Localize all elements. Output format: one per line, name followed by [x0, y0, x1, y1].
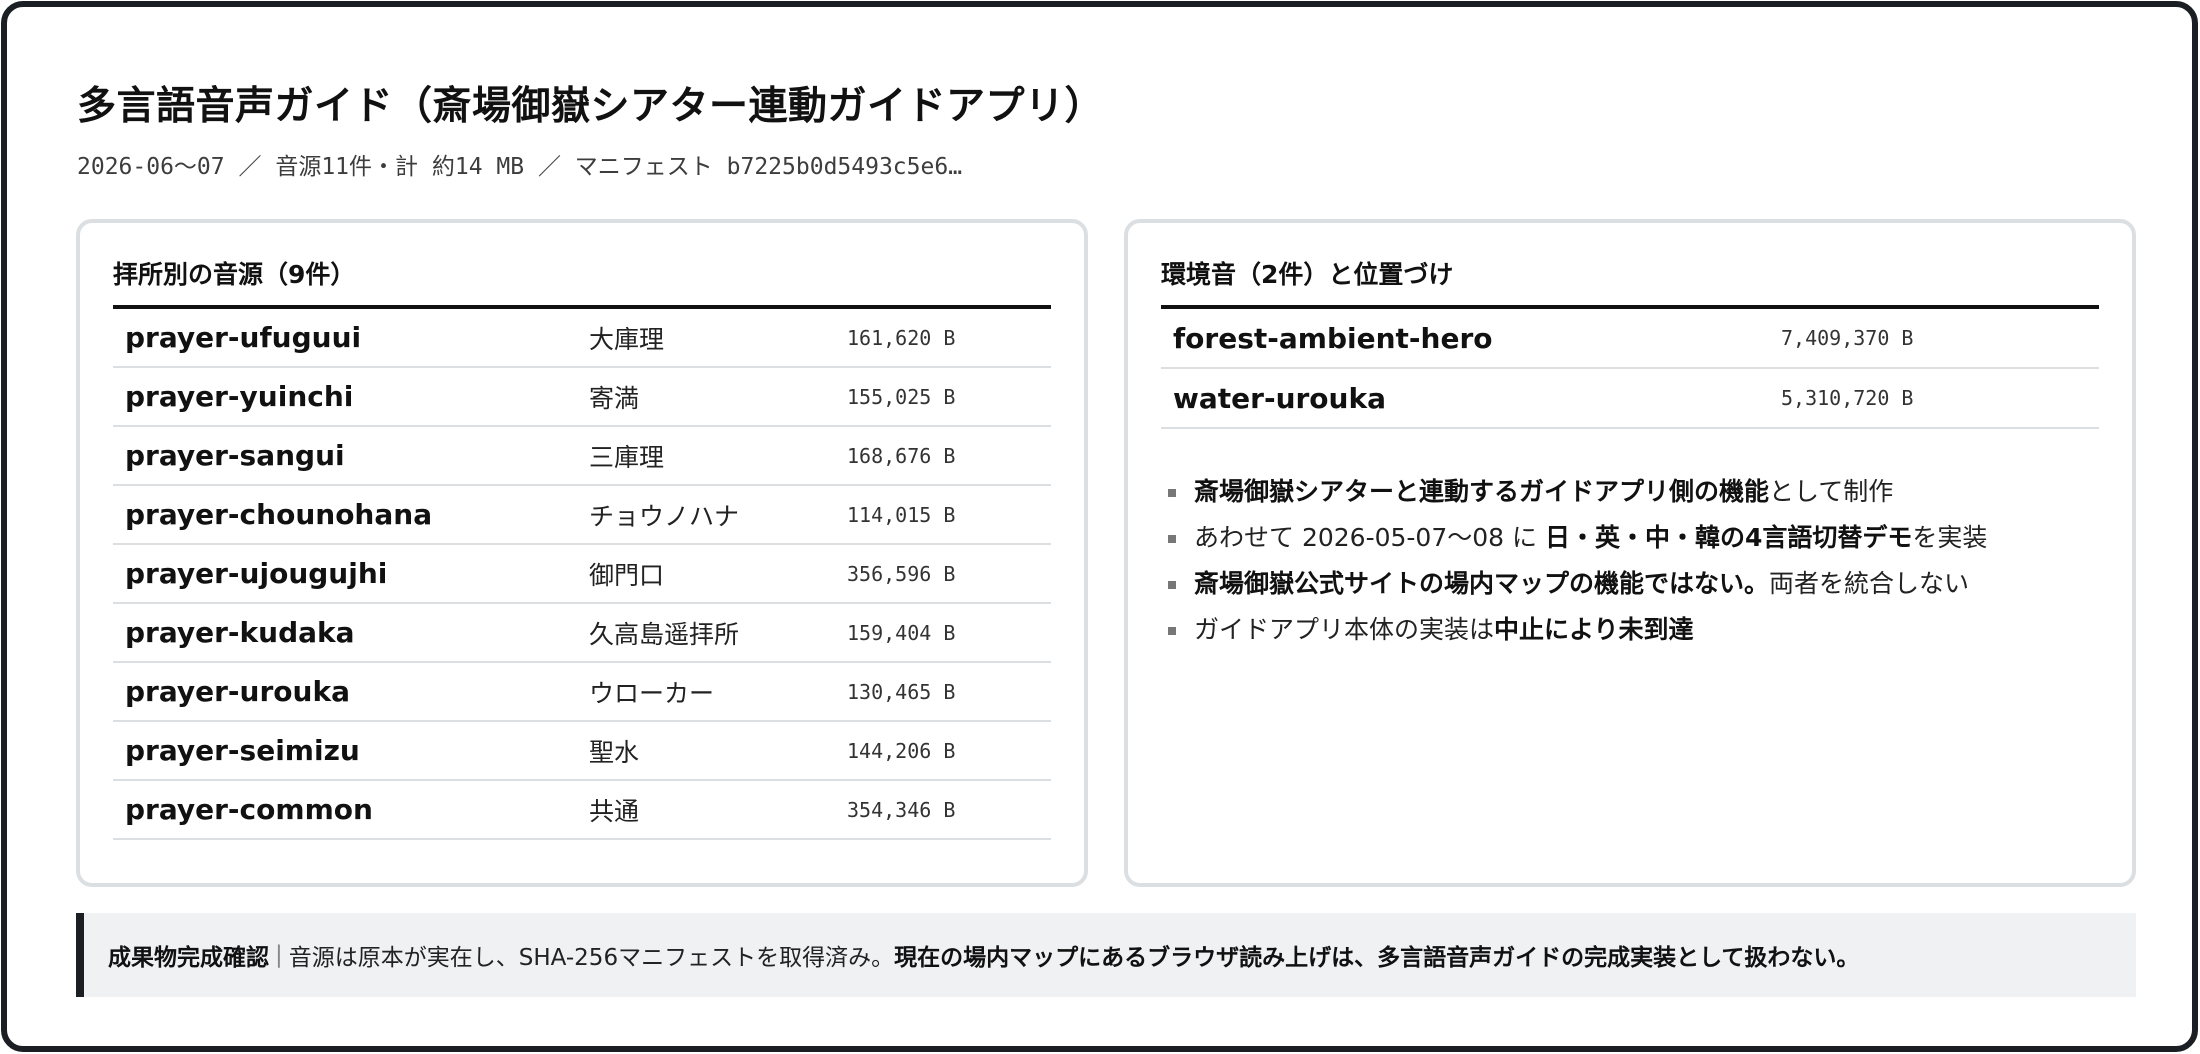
table-row: forest-ambient-hero 7,409,370 B — [1161, 309, 2099, 369]
list-item: 斎場御嶽公式サイトの場内マップの機能ではない。両者を統合しない — [1168, 561, 2102, 607]
table-row: prayer-sangui 三庫理 168,676 B — [113, 427, 1051, 486]
file-size: 168,676 B — [847, 443, 956, 468]
callout-label: 成果物完成確認 — [108, 945, 269, 971]
panel-title: 環境音（2件）と位置づけ — [1161, 260, 1454, 289]
file-size: 144,206 B — [847, 738, 956, 763]
note-text: あわせて 2026-05-07〜08 に — [1194, 523, 1545, 552]
site-name: 大庫理 — [589, 324, 665, 354]
table-row: prayer-common 共通 354,346 B — [113, 781, 1051, 840]
audio-id: prayer-urouka — [125, 675, 350, 708]
file-size: 161,620 B — [847, 325, 956, 350]
table-row: water-urouka 5,310,720 B — [1161, 369, 2099, 429]
ambient-audio-panel: 環境音（2件）と位置づけ forest-ambient-hero 7,409,3… — [1124, 219, 2136, 887]
table-row: prayer-kudaka 久高島遥拝所 159,404 B — [113, 604, 1051, 663]
table-row: prayer-seimizu 聖水 144,206 B — [113, 722, 1051, 781]
table-row: prayer-chounohana チョウノハナ 114,015 B — [113, 486, 1051, 545]
audio-id: prayer-common — [125, 793, 373, 826]
prayer-audio-list: prayer-ufuguui 大庫理 161,620 B prayer-yuin… — [113, 309, 1051, 840]
file-size: 5,310,720 B — [1781, 386, 1914, 410]
file-size: 130,465 B — [847, 679, 956, 704]
audio-id: prayer-chounohana — [125, 498, 433, 531]
note-emphasis: 斎場御嶽公式サイトの場内マップの機能ではない。 — [1194, 569, 1770, 598]
callout-emphasis: 現在の場内マップにあるブラウザ読み上げは、多言語音声ガイドの完成実装として扱わな… — [894, 945, 1860, 971]
audio-id: forest-ambient-hero — [1173, 321, 1493, 355]
file-size: 7,409,370 B — [1781, 326, 1914, 350]
callout-separator: | — [275, 942, 283, 968]
site-name: 寄満 — [589, 383, 640, 413]
page-meta: 2026-06〜07 ／ 音源11件・計 約14 MB ／ マニフェスト b72… — [77, 154, 963, 180]
audio-id: prayer-sangui — [125, 439, 345, 472]
table-row: prayer-yuinchi 寄満 155,025 B — [113, 368, 1051, 427]
ambient-audio-list: forest-ambient-hero 7,409,370 B water-ur… — [1161, 309, 2099, 429]
site-name: チョウノハナ — [589, 501, 740, 531]
site-name: 聖水 — [589, 737, 640, 767]
note-emphasis: 日・英・中・韓の4言語切替デモ — [1544, 523, 1913, 552]
audio-id: prayer-ufuguui — [125, 321, 362, 354]
audio-id: prayer-ujougujhi — [125, 557, 388, 590]
file-size: 356,596 B — [847, 561, 956, 586]
site-name: 三庫理 — [589, 442, 665, 472]
file-size: 354,346 B — [847, 797, 956, 822]
positioning-notes: 斎場御嶽シアターと連動するガイドアプリ側の機能として制作 あわせて 2026-0… — [1168, 469, 2102, 653]
site-name: 久高島遥拝所 — [589, 619, 740, 649]
page-title: 多言語音声ガイド（斎場御嶽シアター連動ガイドアプリ） — [77, 84, 1105, 129]
audio-id: water-urouka — [1173, 381, 1386, 415]
site-name: ウローカー — [589, 678, 715, 708]
note-text: 両者を統合しない — [1769, 569, 1970, 598]
table-row: prayer-ujougujhi 御門口 356,596 B — [113, 545, 1051, 604]
audio-id: prayer-kudaka — [125, 616, 355, 649]
completion-callout: 成果物完成確認 | 音源は原本が実在し、SHA-256マニフェストを取得済み。 … — [76, 913, 2136, 997]
list-item: 斎場御嶽シアターと連動するガイドアプリ側の機能として制作 — [1168, 469, 2102, 515]
prayer-audio-panel: 拝所別の音源（9件） prayer-ufuguui 大庫理 161,620 B … — [76, 219, 1088, 887]
file-size: 114,015 B — [847, 502, 956, 527]
document-frame: 多言語音声ガイド（斎場御嶽シアター連動ガイドアプリ） 2026-06〜07 ／ … — [1, 1, 2198, 1052]
note-text: として制作 — [1769, 477, 1894, 506]
table-row: prayer-ufuguui 大庫理 161,620 B — [113, 309, 1051, 368]
site-name: 共通 — [589, 796, 640, 826]
file-size: 155,025 B — [847, 384, 956, 409]
note-emphasis: 斎場御嶽シアターと連動するガイドアプリ側の機能 — [1194, 477, 1770, 506]
panel-title: 拝所別の音源（9件） — [113, 260, 356, 289]
site-name: 御門口 — [589, 560, 665, 590]
note-emphasis: 中止により未到達 — [1494, 615, 1694, 644]
list-item: ガイドアプリ本体の実装は中止により未到達 — [1168, 607, 2102, 653]
audio-id: prayer-yuinchi — [125, 380, 354, 413]
list-item: あわせて 2026-05-07〜08 に 日・英・中・韓の4言語切替デモを実装 — [1168, 515, 2102, 561]
audio-id: prayer-seimizu — [125, 734, 360, 767]
note-text: ガイドアプリ本体の実装は — [1194, 615, 1495, 644]
callout-text: 音源は原本が実在し、SHA-256マニフェストを取得済み。 — [288, 945, 895, 971]
note-text: を実装 — [1912, 523, 1988, 552]
table-row: prayer-urouka ウローカー 130,465 B — [113, 663, 1051, 722]
file-size: 159,404 B — [847, 620, 956, 645]
